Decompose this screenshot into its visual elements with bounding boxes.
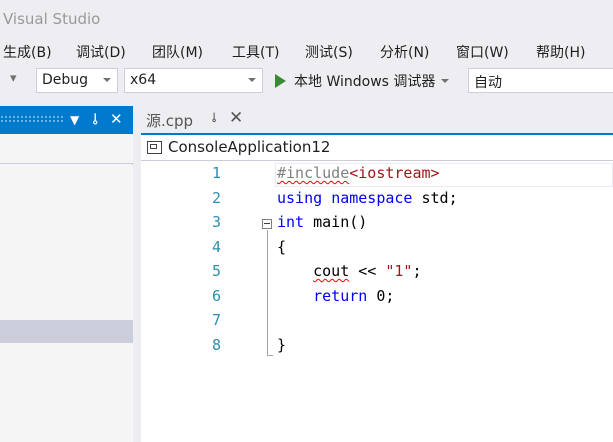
code-line-3: int main() xyxy=(277,213,367,231)
platform-value: x64 xyxy=(130,72,157,88)
project-name: ConsoleApplication12 xyxy=(168,138,331,156)
code-text: } xyxy=(277,336,287,354)
line-number: 5 xyxy=(211,262,221,280)
line-number: 8 xyxy=(211,336,221,354)
menu-test[interactable]: 测试(S) xyxy=(305,42,353,62)
menu-bar: 生成(B) 调试(D) 团队(M) 工具(T) 测试(S) 分析(N) 窗口(W… xyxy=(0,38,613,66)
code-line-2: using namespace std; xyxy=(277,189,458,207)
code-line-8: } xyxy=(277,336,286,354)
code-line-1: #include<iostream> xyxy=(277,164,440,182)
solution-configuration-select[interactable]: Debug xyxy=(36,68,118,93)
code-text: cout xyxy=(313,262,350,280)
close-icon[interactable]: ✕ xyxy=(110,110,123,128)
project-navigation-dropdown[interactable]: ConsoleApplication12 xyxy=(141,135,613,161)
tool-window-header: ▼ ⊸ ✕ xyxy=(0,106,133,134)
tab-filename: 源.cpp xyxy=(146,112,194,130)
window-options-icon[interactable]: ▼ xyxy=(70,113,79,127)
code-editor[interactable]: ConsoleApplication12 1 2 3 4 5 6 7 8 #in… xyxy=(141,133,613,442)
debug-target-value: 自动 xyxy=(474,75,502,91)
line-number: 4 xyxy=(211,238,221,256)
chevron-down-icon[interactable] xyxy=(441,79,450,83)
code-line-6: return 0; xyxy=(277,287,394,305)
menu-window[interactable]: 窗口(W) xyxy=(456,42,509,62)
keyword: return xyxy=(313,287,368,305)
code-text: 0; xyxy=(367,287,395,305)
tool-window-content-lower xyxy=(0,343,133,442)
line-number: 7 xyxy=(211,311,221,329)
menu-tools[interactable]: 工具(T) xyxy=(232,42,279,62)
selected-row[interactable] xyxy=(0,320,133,343)
line-number: 2 xyxy=(211,189,221,207)
keyword: namespace xyxy=(331,189,413,207)
chevron-down-icon xyxy=(248,78,256,82)
collapse-icon[interactable] xyxy=(262,219,272,229)
play-icon xyxy=(275,74,286,88)
menu-analyze[interactable]: 分析(N) xyxy=(380,42,429,62)
menu-build[interactable]: 生成(B) xyxy=(3,42,52,62)
configuration-value: Debug xyxy=(42,72,89,88)
standard-toolbar: ▾ Debug x64 本地 Windows 调试器 自动 xyxy=(0,66,613,96)
drag-grip[interactable] xyxy=(0,115,64,124)
code-text: << xyxy=(349,262,386,280)
start-debugging-button[interactable]: 本地 Windows 调试器 xyxy=(275,71,450,91)
window-title: Visual Studio xyxy=(3,10,101,28)
menu-help[interactable]: 帮助(H) xyxy=(536,42,585,62)
pin-icon[interactable]: ⊸ xyxy=(206,112,221,123)
include-header: <iostream> xyxy=(349,164,440,182)
tab-source-file[interactable]: 源.cpp ⊸ ✕ xyxy=(141,106,251,133)
menu-debug[interactable]: 调试(D) xyxy=(76,42,126,62)
solution-platform-select[interactable]: x64 xyxy=(124,68,263,93)
debug-target-select[interactable]: 自动 xyxy=(468,68,613,93)
tool-window-toolbar xyxy=(0,134,133,164)
menu-team[interactable]: 团队(M) xyxy=(152,42,203,62)
toolbar-overflow-icon[interactable]: ▾ xyxy=(10,71,17,86)
start-debugging-label: 本地 Windows 调试器 xyxy=(294,74,436,90)
chevron-down-icon xyxy=(103,78,111,82)
code-text: ; xyxy=(412,262,422,280)
pin-icon[interactable]: ⊸ xyxy=(86,113,104,126)
cpp-project-icon xyxy=(147,141,162,154)
string-literal: "1" xyxy=(385,262,413,280)
title-bar: Visual Studio xyxy=(0,0,613,38)
close-icon[interactable]: ✕ xyxy=(229,108,243,128)
include-directive: #include xyxy=(277,164,350,182)
tool-window-content xyxy=(0,165,133,320)
keyword: using xyxy=(277,189,323,207)
left-tool-window: ▼ ⊸ ✕ xyxy=(0,106,133,442)
code-text: { xyxy=(277,238,287,256)
outline-guide-end xyxy=(267,355,273,356)
line-number: 3 xyxy=(211,213,221,231)
code-line-4: { xyxy=(277,238,286,256)
line-number: 6 xyxy=(211,287,221,305)
code-text: main() xyxy=(304,213,368,231)
code-line-5: cout << "1"; xyxy=(277,262,422,280)
line-number: 1 xyxy=(211,164,221,182)
code-text: std; xyxy=(412,189,458,207)
outline-guide xyxy=(267,230,268,356)
keyword: int xyxy=(277,213,305,231)
